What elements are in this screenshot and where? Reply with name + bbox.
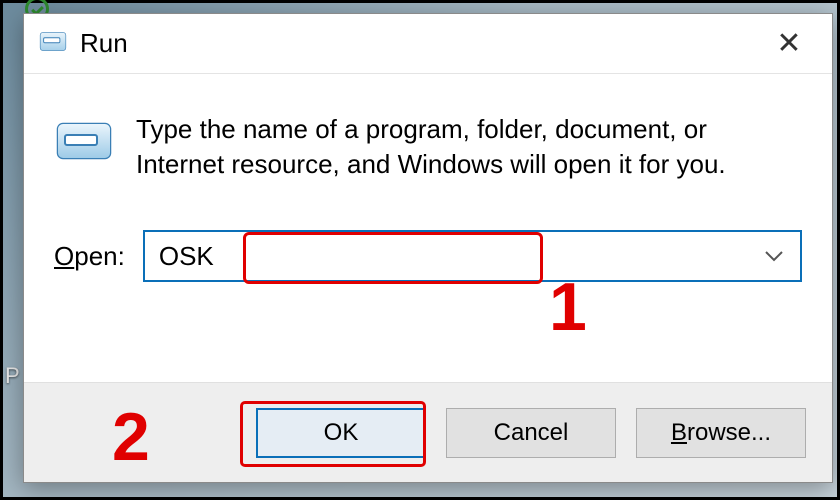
dialog-body: Type the name of a program, folder, docu…	[24, 74, 832, 382]
open-label: Open:	[54, 241, 125, 272]
run-icon	[38, 29, 68, 59]
open-input[interactable]	[159, 241, 786, 272]
run-icon	[54, 118, 114, 166]
annotation-number-2: 2	[112, 398, 150, 476]
browse-button[interactable]: Browse...	[636, 408, 806, 458]
close-button[interactable]: ✕	[754, 14, 824, 74]
cancel-button[interactable]: Cancel	[446, 408, 616, 458]
run-dialog: Run ✕ Type the name of	[23, 13, 833, 483]
window-title: Run	[80, 28, 754, 59]
instruction-text: Type the name of a program, folder, docu…	[136, 112, 776, 182]
ok-button[interactable]: OK	[256, 408, 426, 458]
title-bar: Run ✕	[24, 14, 832, 74]
close-icon: ✕	[776, 29, 801, 59]
open-combobox[interactable]	[143, 230, 802, 282]
desktop-label-fragment: P	[5, 363, 20, 389]
button-bar: 2 OK Cancel Browse...	[24, 382, 832, 482]
